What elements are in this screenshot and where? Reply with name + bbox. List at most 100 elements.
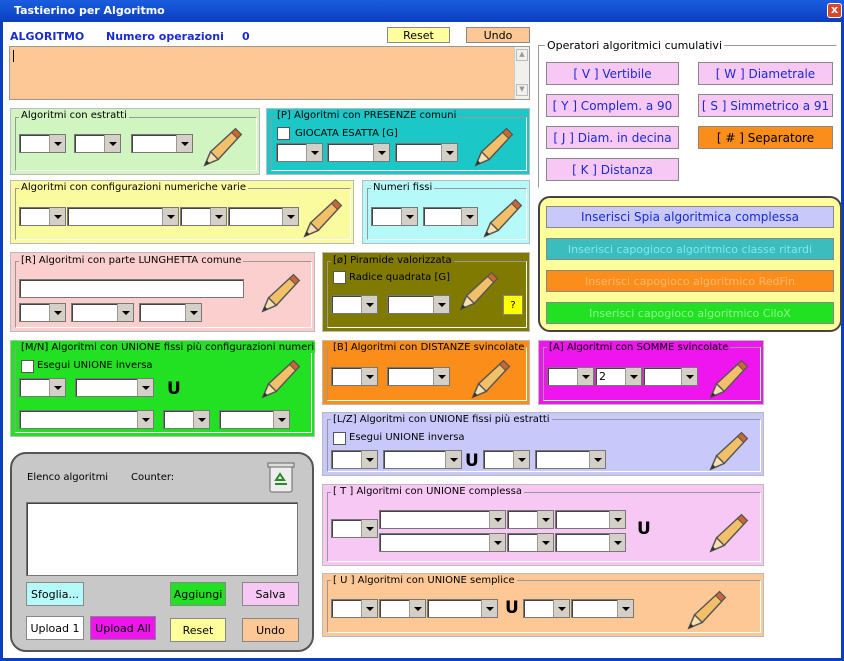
unione-complessa-select-1[interactable] — [331, 519, 378, 538]
presenze-select-1[interactable] — [276, 143, 323, 162]
simmetrico-91-button[interactable]: [ S ] Simmetrico a 91 — [698, 94, 833, 117]
unione-semplice-panel: [ U ] Algoritmi con UNIONE semplice U — [322, 573, 764, 637]
capogioco-cilox-button[interactable]: Inserisci capogioco algoritmico CiloX — [546, 302, 834, 324]
fissi-select-2[interactable] — [423, 207, 478, 226]
somme-select-1[interactable] — [547, 367, 594, 386]
pencil-icon[interactable] — [472, 123, 518, 169]
lunghetta-select-2[interactable] — [71, 303, 134, 322]
upload-1-button[interactable]: Upload 1 — [26, 616, 84, 640]
unione-semplice-select-4[interactable] — [523, 599, 570, 618]
text-cursor — [13, 50, 14, 62]
elenco-undo-button[interactable]: Undo — [242, 618, 299, 642]
estratti-select-1[interactable] — [19, 134, 66, 153]
unione-lz-select-3[interactable] — [483, 450, 530, 469]
unione-semplice-select-2[interactable] — [379, 599, 426, 618]
scroll-down-icon[interactable]: ▼ — [516, 84, 528, 96]
unione-mn-select-4[interactable] — [163, 410, 210, 429]
estratti-select-2[interactable] — [74, 134, 121, 153]
pencil-icon[interactable] — [259, 269, 305, 315]
presenze-select-3[interactable] — [395, 143, 458, 162]
config-select-3[interactable] — [180, 207, 227, 226]
complem-90-button[interactable]: [ Y ] Complem. a 90 — [546, 94, 679, 117]
fissi-select-1[interactable] — [371, 207, 418, 226]
unione-mn-inversa-checkbox[interactable] — [21, 360, 34, 373]
unione-complessa-select-4[interactable] — [555, 510, 626, 529]
piramide-select-1[interactable] — [331, 295, 378, 314]
unione-complessa-select-7[interactable] — [555, 533, 626, 552]
unione-lz-select-2[interactable] — [383, 450, 462, 469]
presenze-select-2[interactable] — [327, 143, 390, 162]
vertibile-button[interactable]: [ V ] Vertibile — [546, 62, 679, 85]
capogioco-ritardi-button[interactable]: Inserisci capogioco algoritmico classe r… — [546, 238, 834, 260]
operations-count: 0 — [242, 30, 250, 43]
pencil-icon[interactable] — [481, 194, 527, 240]
unione-symbol: U — [637, 519, 651, 539]
unione-complessa-select-2[interactable] — [379, 510, 506, 529]
textarea-scrollbar[interactable]: ▲ ▼ — [514, 47, 529, 99]
fissi-title: Numeri fissi — [371, 182, 435, 193]
diam-decina-button[interactable]: [ J ] Diam. in decina — [546, 126, 679, 149]
unione-lz-select-4[interactable] — [535, 450, 606, 469]
estratti-select-3[interactable] — [131, 134, 193, 153]
config-select-4[interactable] — [228, 207, 299, 226]
diametrale-button[interactable]: [ W ] Diametrale — [698, 62, 833, 85]
recycle-bin-icon[interactable] — [266, 460, 296, 494]
sfoglia-button[interactable]: Sfoglia... — [26, 582, 84, 606]
unione-lz-title: [L/Z] Algoritmi con UNIONE fissi più est… — [331, 414, 552, 425]
elenco-panel: Elenco algoritmi Counter: Sfoglia... Agg… — [10, 452, 314, 652]
pencil-icon[interactable] — [685, 586, 731, 632]
lunghetta-select-3[interactable] — [139, 303, 202, 322]
distanze-select-2[interactable] — [387, 367, 450, 386]
spia-button[interactable]: Inserisci Spia algoritmica complessa — [546, 206, 834, 228]
pencil-icon[interactable] — [707, 427, 753, 473]
pencil-icon[interactable] — [201, 123, 247, 169]
unione-mn-select-2[interactable] — [75, 378, 154, 397]
algorithm-textarea[interactable]: ▲ ▼ — [9, 46, 530, 100]
unione-lz-select-1[interactable] — [331, 450, 378, 469]
pencil-icon[interactable] — [457, 267, 503, 313]
salva-button[interactable]: Salva — [242, 582, 299, 606]
pencil-icon[interactable] — [707, 355, 753, 401]
lunghetta-title: [R] Algoritmi con parte LUNGHETTA comune — [19, 255, 244, 266]
lunghetta-select-1[interactable] — [19, 303, 66, 322]
distanze-select-1[interactable] — [331, 367, 378, 386]
pencil-icon[interactable] — [301, 194, 347, 240]
scroll-up-icon[interactable]: ▲ — [516, 49, 528, 61]
piramide-select-2[interactable] — [387, 295, 450, 314]
elenco-list[interactable] — [26, 502, 298, 576]
aggiungi-button[interactable]: Aggiungi — [170, 582, 226, 606]
fissi-panel: Numeri fissi — [362, 180, 530, 244]
pencil-icon[interactable] — [259, 355, 305, 401]
unione-mn-select-3[interactable] — [19, 410, 154, 429]
lunghetta-input[interactable] — [19, 279, 244, 298]
reset-button[interactable]: Reset — [387, 27, 450, 43]
unione-mn-select-1[interactable] — [19, 378, 66, 397]
unione-semplice-select-3[interactable] — [427, 599, 498, 618]
undo-button[interactable]: Undo — [466, 27, 530, 43]
window-title: Tastierino per Algoritmo — [14, 4, 165, 17]
unione-complessa-select-5[interactable] — [379, 533, 506, 552]
config-select-1[interactable] — [19, 207, 66, 226]
unione-complessa-select-6[interactable] — [507, 533, 554, 552]
giocata-esatta-checkbox[interactable] — [277, 127, 290, 140]
config-select-2[interactable] — [67, 207, 179, 226]
pencil-icon[interactable] — [469, 355, 515, 401]
unione-complessa-select-3[interactable] — [507, 510, 554, 529]
unione-mn-select-5[interactable] — [219, 410, 290, 429]
pencil-icon[interactable] — [707, 509, 753, 555]
distanza-button[interactable]: [ K ] Distanza — [546, 158, 679, 181]
somme-select-2[interactable]: 2 — [595, 367, 642, 386]
close-button[interactable]: x — [827, 3, 842, 18]
title-bar: Tastierino per Algoritmo x — [0, 0, 844, 22]
unione-semplice-select-5[interactable] — [571, 599, 634, 618]
radice-quadrata-checkbox[interactable] — [333, 271, 346, 284]
close-icon: x — [830, 3, 839, 16]
upload-all-button[interactable]: Upload All — [90, 616, 156, 640]
unione-lz-inversa-checkbox[interactable] — [333, 432, 346, 445]
somme-select-3[interactable] — [643, 367, 698, 386]
piramide-help-button[interactable]: ? — [503, 295, 523, 315]
unione-semplice-select-1[interactable] — [331, 599, 378, 618]
elenco-reset-button[interactable]: Reset — [170, 618, 226, 642]
capogioco-redfin-button[interactable]: Inserisci capogioco algoritmico RedFin — [546, 270, 834, 292]
separatore-button[interactable]: [ # ] Separatore — [698, 126, 833, 149]
